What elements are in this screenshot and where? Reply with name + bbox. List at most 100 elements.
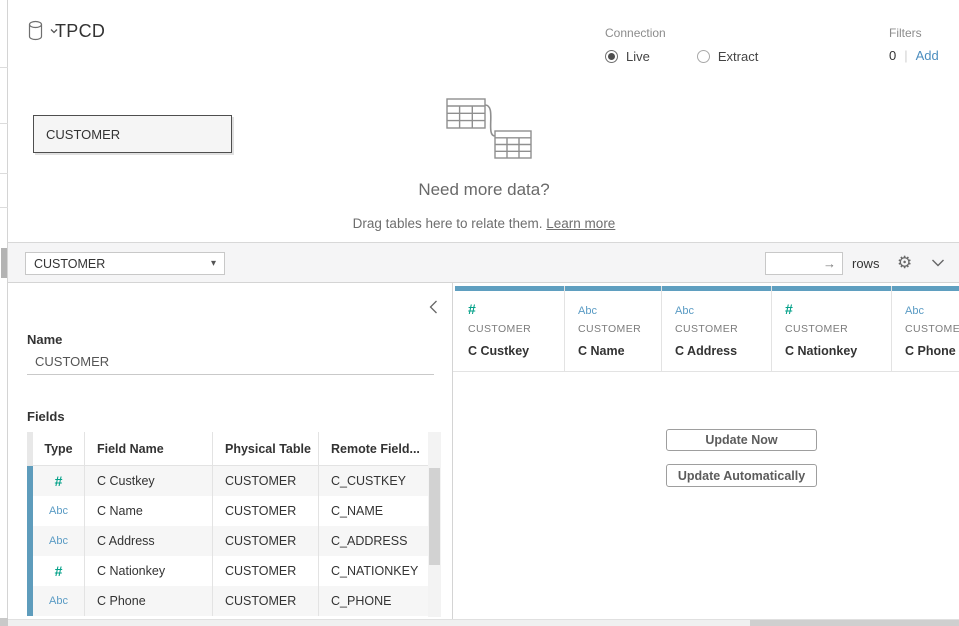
- physical-table-cell: CUSTOMER: [213, 496, 319, 526]
- fields-column-header[interactable]: Field Name: [85, 432, 213, 466]
- number-type-icon: #: [468, 301, 476, 317]
- gutter-scroll-thumb[interactable]: [1, 248, 7, 278]
- tables-relation-illustration: [435, 94, 535, 164]
- scrollbar-corner: [0, 618, 8, 626]
- field-row-c-nationkey[interactable]: #C NationkeyCUSTOMERC_NATIONKEY: [27, 556, 428, 586]
- fields-column-header[interactable]: Physical Table: [213, 432, 319, 466]
- live-radio-label[interactable]: Live: [626, 49, 650, 64]
- grid-column-c-name[interactable]: AbcCUSTOMERC Name: [565, 286, 662, 371]
- fields-table-header-row: TypeField NamePhysical TableRemote Field…: [27, 432, 428, 466]
- string-type-icon: Abc: [49, 505, 68, 517]
- arrow-right-icon: →: [823, 256, 836, 271]
- field-type-cell[interactable]: #: [27, 556, 85, 586]
- update-automatically-button[interactable]: Update Automatically: [666, 464, 817, 487]
- rows-count-input[interactable]: →: [765, 252, 843, 275]
- dropdown-caret-icon: ▾: [211, 258, 216, 269]
- fields-label: Fields: [27, 409, 65, 424]
- extract-radio-label[interactable]: Extract: [718, 49, 758, 64]
- filters-section: Filters 0 | Add: [889, 26, 939, 63]
- drag-tables-hint: Drag tables here to relate them. Learn m…: [9, 216, 959, 231]
- physical-table-cell: CUSTOMER: [213, 526, 319, 556]
- fields-column-header[interactable]: Type: [27, 432, 85, 466]
- column-accent-bar: [772, 286, 891, 291]
- horizontal-scrollbar-thumb[interactable]: [750, 620, 959, 626]
- filters-separator: |: [904, 48, 907, 63]
- field-name-cell: C Name: [85, 496, 213, 526]
- physical-table-cell: CUSTOMER: [213, 556, 319, 586]
- data-preview-grid: #CUSTOMERC CustkeyAbcCUSTOMERC NameAbcCU…: [453, 283, 959, 619]
- need-more-data-title: Need more data?: [9, 180, 959, 200]
- number-type-icon: #: [55, 473, 63, 489]
- string-type-icon: Abc: [49, 595, 68, 607]
- connection-label: Connection: [605, 26, 758, 40]
- gear-icon[interactable]: ⚙: [897, 252, 912, 274]
- number-type-icon: #: [55, 563, 63, 579]
- grid-column-c-custkey[interactable]: # CUSTOMER C Custkey: [455, 286, 565, 371]
- field-type-cell[interactable]: Abc: [27, 526, 85, 556]
- fields-table: TypeField NamePhysical TableRemote Field…: [27, 432, 428, 616]
- remote-field-cell: C_NATIONKEY: [319, 556, 428, 586]
- string-type-icon: Abc: [905, 305, 924, 317]
- remote-field-cell: C_NAME: [319, 496, 428, 526]
- datasource-menu-button[interactable]: [28, 20, 58, 42]
- gutter-divider: [0, 67, 8, 68]
- column-table-name: CUSTOMER: [675, 323, 738, 335]
- field-type-cell[interactable]: Abc: [27, 586, 85, 616]
- field-row-c-name[interactable]: Abc C NameCUSTOMERC_NAME: [27, 496, 428, 526]
- live-radio[interactable]: [605, 50, 618, 63]
- fields-scrollbar-thumb[interactable]: [429, 468, 440, 565]
- string-type-icon: Abc: [49, 535, 68, 547]
- extract-radio[interactable]: [697, 50, 710, 63]
- filters-add-link[interactable]: Add: [916, 48, 939, 63]
- column-field-name: C Nationkey: [785, 344, 857, 358]
- column-table-name: CUSTOMER: [468, 323, 531, 335]
- grid-column-c-nationkey[interactable]: #CUSTOMERC Nationkey: [772, 286, 892, 371]
- number-type-icon: #: [785, 301, 793, 317]
- field-name-cell: C Phone: [85, 586, 213, 616]
- field-type-cell[interactable]: Abc: [27, 496, 85, 526]
- tableau-datasource-page: TPCD Connection Live Extract Filters 0 |…: [0, 0, 959, 626]
- field-name-cell: C Custkey: [85, 466, 213, 496]
- physical-table-cell: CUSTOMER: [213, 586, 319, 616]
- datagrid-toolbar: CUSTOMER ▾ → rows ⚙: [0, 242, 959, 283]
- field-row-c-phone[interactable]: Abc C PhoneCUSTOMERC_PHONE: [27, 586, 428, 616]
- collapse-grid-chevron-icon[interactable]: [931, 259, 945, 267]
- table-details-panel: Name CUSTOMER Fields TypeField NamePhysi…: [9, 283, 452, 619]
- grid-column-c-address[interactable]: AbcCUSTOMERC Address: [662, 286, 772, 371]
- filters-count: 0: [889, 48, 896, 63]
- relationship-canvas[interactable]: CUSTOMER Need more data? Drag tables: [9, 88, 959, 242]
- field-name-cell: C Address: [85, 526, 213, 556]
- lower-section: Name CUSTOMER Fields TypeField NamePhysi…: [9, 283, 959, 619]
- column-field-name: C Phone: [905, 344, 956, 358]
- field-row-c-address[interactable]: AbcC AddressCUSTOMERC_ADDRESS: [27, 526, 428, 556]
- gutter-divider: [0, 173, 8, 174]
- fields-table-scrollbar[interactable]: [428, 432, 441, 617]
- column-field-name: C Custkey: [468, 344, 529, 358]
- rows-label: rows: [852, 256, 879, 271]
- grid-column-c-phone[interactable]: Abc CUSTOMER C Phone: [892, 286, 959, 371]
- column-table-name: CUSTOMER: [905, 323, 959, 335]
- input-underline: [27, 374, 434, 375]
- column-field-name: C Name: [578, 344, 625, 358]
- name-label: Name: [27, 332, 62, 347]
- horizontal-scrollbar[interactable]: [8, 619, 959, 626]
- field-type-cell[interactable]: #: [27, 466, 85, 496]
- field-row-c-custkey[interactable]: #C CustkeyCUSTOMERC_CUSTKEY: [27, 466, 428, 496]
- string-type-icon: Abc: [578, 305, 597, 317]
- collapse-panel-chevron-icon[interactable]: [429, 300, 438, 314]
- datasource-title[interactable]: TPCD: [55, 21, 105, 42]
- gutter-divider: [0, 123, 8, 124]
- column-accent-bar: [662, 286, 771, 291]
- collapsed-left-pane[interactable]: [0, 0, 8, 626]
- filters-label: Filters: [889, 26, 939, 40]
- table-name-input[interactable]: CUSTOMER: [35, 354, 109, 369]
- customer-table-node[interactable]: CUSTOMER: [33, 115, 232, 153]
- table-selector-dropdown[interactable]: CUSTOMER ▾: [25, 252, 225, 275]
- datasource-header: TPCD Connection Live Extract Filters 0 |…: [9, 0, 959, 88]
- remote-field-cell: C_CUSTKEY: [319, 466, 428, 496]
- column-accent-bar: [565, 286, 661, 291]
- update-now-button[interactable]: Update Now: [666, 429, 817, 451]
- remote-field-cell: C_PHONE: [319, 586, 428, 616]
- learn-more-link[interactable]: Learn more: [546, 216, 615, 231]
- fields-column-header[interactable]: Remote Field...: [319, 432, 428, 466]
